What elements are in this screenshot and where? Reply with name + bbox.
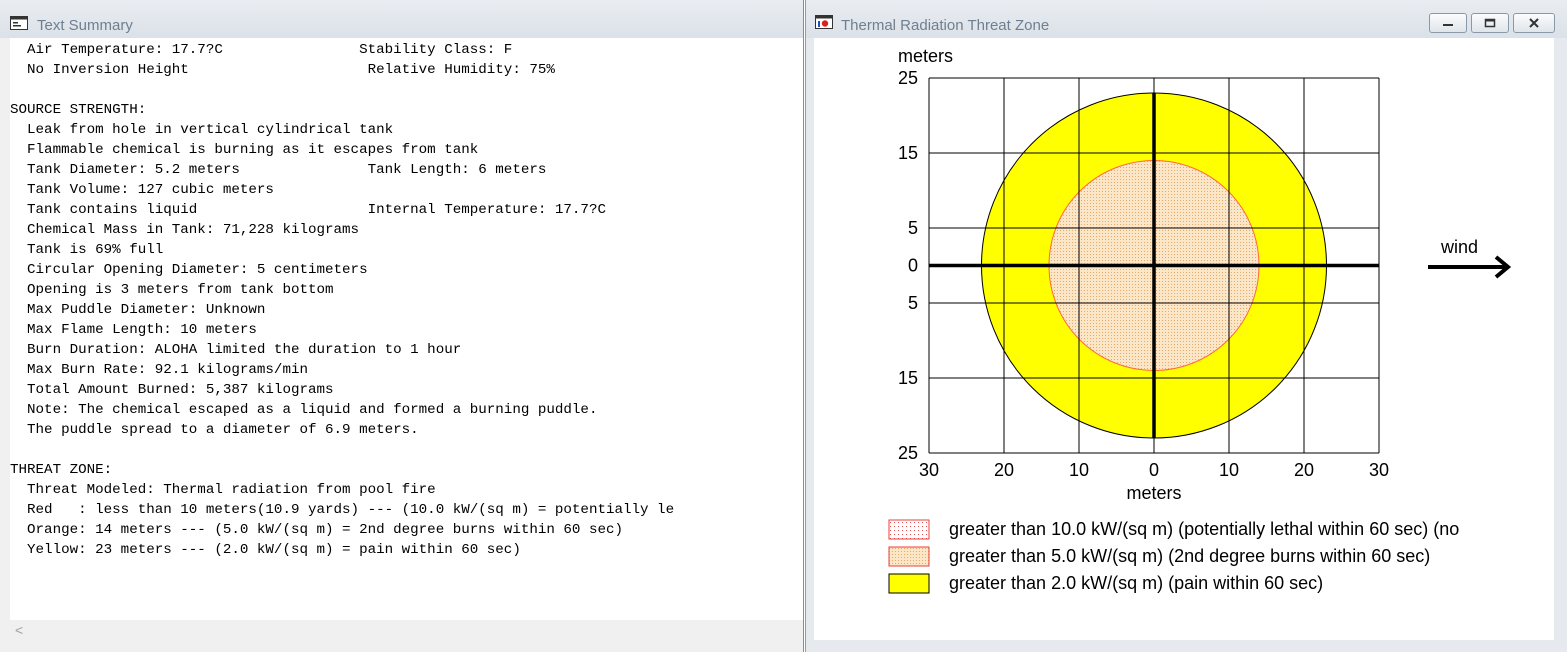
x-tick-label: 0 <box>1149 460 1159 480</box>
wind-label: wind <box>1440 237 1478 257</box>
summary-line: Tank is 69% full <box>10 242 164 258</box>
threat-zone-window: Thermal Radiation Threat Zone 30 20 10 0… <box>805 0 1567 652</box>
wind-arrow-icon <box>1428 255 1512 279</box>
threat-zone-titlebar[interactable]: Thermal Radiation Threat Zone <box>806 0 1567 38</box>
window-app-icon <box>10 16 28 30</box>
summary-line: The puddle spread to a diameter of 6.9 m… <box>10 422 419 438</box>
summary-line <box>10 80 674 100</box>
summary-line <box>10 440 674 460</box>
threat-zone-app-icon <box>815 15 833 29</box>
x-tick-label: 20 <box>994 460 1014 480</box>
legend-swatch-orange-dotted <box>888 546 930 567</box>
summary-text-area[interactable]: Air Temperature: 17.7?C Stability Class:… <box>10 38 803 620</box>
y-tick-label: 25 <box>898 443 918 463</box>
minimize-button[interactable] <box>1429 13 1467 33</box>
x-tick-label: 10 <box>1219 460 1239 480</box>
summary-line: Yellow: 23 meters --- (2.0 kW/(sq m) = p… <box>10 542 521 558</box>
summary-line: Chemical Mass in Tank: 71,228 kilograms <box>10 222 360 238</box>
summary-line: Max Puddle Diameter: Unknown <box>10 302 266 318</box>
summary-line: Leak from hole in vertical cylindrical t… <box>10 122 394 138</box>
y-tick-label: 15 <box>898 143 918 163</box>
legend: greater than 10.0 kW/(sq m) (potentially… <box>888 519 1459 594</box>
summary-line: Tank Diameter: 5.2 meters Tank Length: 6… <box>10 162 547 178</box>
summary-line: Flammable chemical is burning as it esca… <box>10 142 479 158</box>
summary-line: Max Burn Rate: 92.1 kilograms/min <box>10 362 308 378</box>
legend-entry: greater than 5.0 kW/(sq m) (2nd degree b… <box>949 546 1430 566</box>
summary-line: Note: The chemical escaped as a liquid a… <box>10 402 598 418</box>
y-tick-label: 25 <box>898 68 918 88</box>
maximize-button[interactable] <box>1471 13 1509 33</box>
x-tick-label: 30 <box>1369 460 1389 480</box>
x-tick-label: 10 <box>1069 460 1089 480</box>
summary-text: Air Temperature: 17.7?C Stability Class:… <box>10 40 674 560</box>
summary-line: Red : less than 10 meters(10.9 yards) --… <box>10 502 675 518</box>
y-tick-label: 15 <box>898 368 918 388</box>
text-summary-titlebar[interactable]: Text Summary <box>0 0 803 38</box>
y-tick-label: 5 <box>908 293 918 313</box>
close-icon <box>1529 18 1539 28</box>
threat-zone-plot-area: 30 20 10 0 10 20 30 25 15 5 0 5 15 25 meters meters w… <box>814 38 1554 640</box>
summary-line: SOURCE STRENGTH: <box>10 102 147 118</box>
summary-line: No Inversion Height Relative Humidity: 7… <box>10 62 555 78</box>
legend-swatch-red-dotted <box>888 519 930 540</box>
scroll-left-arrow[interactable]: < <box>15 622 23 638</box>
summary-line: Air Temperature: 17.7?C Stability Class:… <box>10 42 513 58</box>
summary-line: Threat Modeled: Thermal radiation from p… <box>10 482 436 498</box>
summary-line: Tank Volume: 127 cubic meters <box>10 182 274 198</box>
summary-line: Burn Duration: ALOHA limited the duratio… <box>10 342 462 358</box>
legend-swatch-yellow-solid <box>888 573 930 594</box>
wind-indicator: wind <box>1428 237 1512 279</box>
minimize-icon <box>1443 24 1453 26</box>
restore-icon <box>1484 18 1496 28</box>
close-button[interactable] <box>1513 13 1555 33</box>
x-tick-label: 20 <box>1294 460 1314 480</box>
legend-entry: greater than 10.0 kW/(sq m) (potentially… <box>949 519 1459 539</box>
summary-line: Total Amount Burned: 5,387 kilograms <box>10 382 334 398</box>
legend-entry: greater than 2.0 kW/(sq m) (pain within … <box>949 573 1323 593</box>
summary-line: Tank contains liquid Internal Temperatur… <box>10 202 606 218</box>
summary-line: Circular Opening Diameter: 5 centimeters <box>10 262 368 278</box>
summary-line: Orange: 14 meters --- (5.0 kW/(sq m) = 2… <box>10 522 623 538</box>
y-tick-label: 0 <box>908 256 918 276</box>
window-title: Thermal Radiation Threat Zone <box>841 17 1050 34</box>
x-axis-label: meters <box>1126 483 1181 503</box>
summary-line: Opening is 3 meters from tank bottom <box>10 282 334 298</box>
window-title: Text Summary <box>37 17 133 34</box>
horizontal-scrollbar[interactable]: < <box>10 620 803 638</box>
summary-line: Max Flame Length: 10 meters <box>10 322 257 338</box>
summary-line: THREAT ZONE: <box>10 462 113 478</box>
x-tick-label: 30 <box>919 460 939 480</box>
y-tick-label: 5 <box>908 218 918 238</box>
text-summary-window: Text Summary Air Temperature: 17.7?C Sta… <box>0 0 804 652</box>
threat-zone-chart: 30 20 10 0 10 20 3025155051525 meters meters w… <box>888 46 1512 594</box>
y-axis-label: meters <box>898 46 953 66</box>
